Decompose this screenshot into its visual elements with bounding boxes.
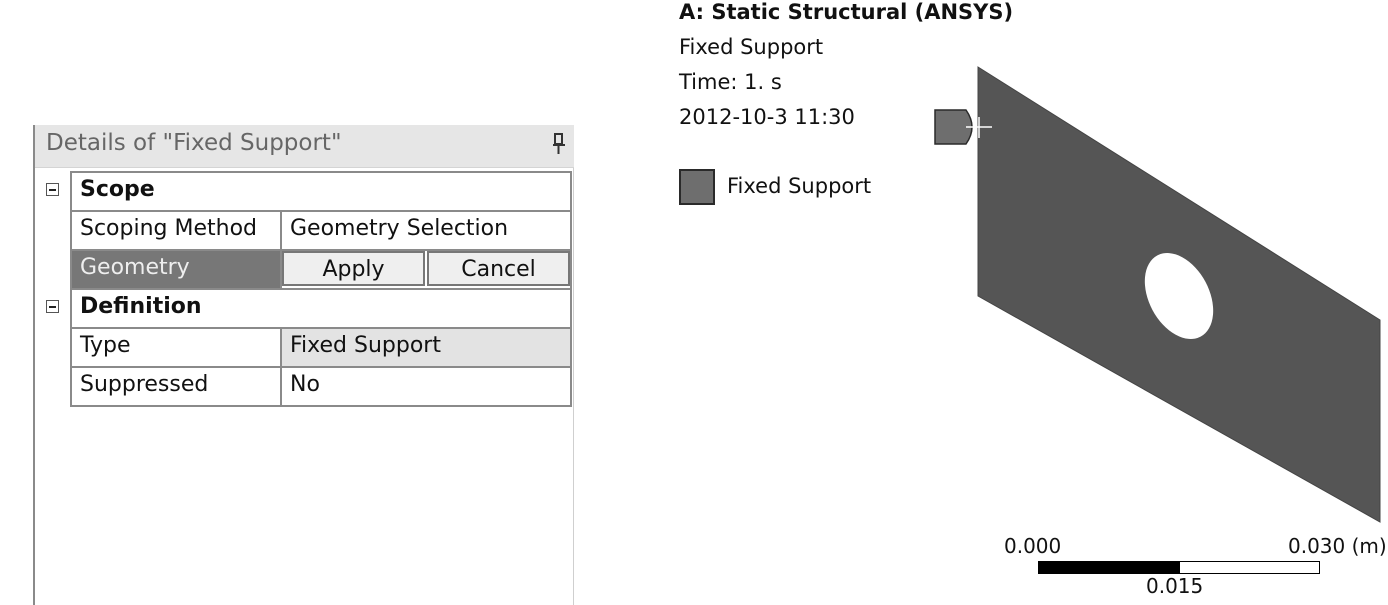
category-scope-label: Scope <box>70 171 572 210</box>
scale-mid-label: 0.015 <box>1146 574 1204 598</box>
object-name: Fixed Support <box>679 35 824 59</box>
collapse-definition-toggle[interactable] <box>46 300 59 313</box>
cancel-button[interactable]: Cancel <box>427 251 570 286</box>
property-name-suppressed: Suppressed <box>70 366 282 405</box>
legend-label: Fixed Support <box>727 174 872 198</box>
scale-left-label: 0.000 <box>1004 534 1062 558</box>
property-row-suppressed[interactable]: Suppressed No <box>35 366 574 405</box>
property-row-type[interactable]: Type Fixed Support <box>35 327 574 366</box>
category-row-scope: Scope <box>35 171 574 210</box>
model-view[interactable] <box>920 60 1388 530</box>
property-name-type: Type <box>70 327 282 366</box>
category-definition-label: Definition <box>70 288 572 327</box>
scale-bar-segment-white <box>1179 561 1320 574</box>
property-row-scoping-method[interactable]: Scoping Method Geometry Selection <box>35 210 574 249</box>
details-header: Details of "Fixed Support" <box>35 125 574 168</box>
property-row-geometry[interactable]: Geometry Apply Cancel <box>35 249 574 288</box>
property-value-scoping-method[interactable]: Geometry Selection <box>282 210 572 249</box>
analysis-title: A: Static Structural (ANSYS) <box>679 0 1014 24</box>
grid-bottom-border <box>70 405 572 407</box>
collapse-scope-toggle[interactable] <box>46 183 59 196</box>
details-panel: Details of "Fixed Support" Scope Scoping… <box>33 125 574 605</box>
scale-bar-segment-black <box>1038 561 1179 574</box>
pin-icon[interactable] <box>552 133 566 155</box>
apply-button[interactable]: Apply <box>282 251 425 286</box>
legend-swatch <box>679 169 715 205</box>
property-value-suppressed[interactable]: No <box>282 366 572 405</box>
details-title: Details of "Fixed Support" <box>46 130 342 156</box>
category-row-definition: Definition <box>35 288 574 327</box>
scale-right-label: 0.030 (m) <box>1288 534 1387 558</box>
property-name-scoping-method: Scoping Method <box>70 210 282 249</box>
property-name-geometry[interactable]: Geometry <box>70 249 282 288</box>
time-label: Time: 1. s <box>679 70 782 94</box>
property-value-type[interactable]: Fixed Support <box>282 327 572 366</box>
timestamp-label: 2012-10-3 11:30 <box>679 105 855 129</box>
